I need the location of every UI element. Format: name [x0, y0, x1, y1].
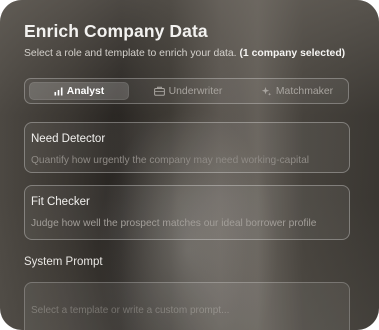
- template-description: Judge how well the prospect matches our …: [31, 218, 317, 229]
- briefcase-icon: [153, 86, 165, 96]
- enrich-dialog: Enrich Company Data Select a role and te…: [0, 0, 379, 330]
- selected-count: (1 company selected): [239, 48, 346, 59]
- template-description: Quantify how urgently the company may ne…: [31, 155, 310, 166]
- tab-analyst[interactable]: Analyst: [29, 82, 129, 100]
- tab-label: Underwriter: [168, 85, 223, 97]
- subtitle-text: Select a role and template to enrich you…: [24, 48, 237, 59]
- system-prompt-label: System Prompt: [24, 256, 103, 268]
- system-prompt-input[interactable]: [24, 282, 350, 330]
- tab-label: Analyst: [66, 85, 105, 97]
- bar-chart-icon: [54, 87, 63, 96]
- sparkle-icon: [261, 86, 272, 97]
- template-card-need-detector[interactable]: Need Detector Quantify how urgently the …: [24, 122, 350, 173]
- dialog-title: Enrich Company Data: [24, 21, 208, 41]
- tab-underwriter[interactable]: Underwriter: [143, 82, 233, 100]
- tab-matchmaker[interactable]: Matchmaker: [249, 82, 345, 100]
- template-title: Need Detector: [31, 133, 106, 145]
- tab-label: Matchmaker: [275, 85, 334, 97]
- dialog-subtitle: Select a role and template to enrich you…: [24, 48, 345, 59]
- template-title: Fit Checker: [31, 196, 90, 208]
- template-card-fit-checker[interactable]: Fit Checker Judge how well the prospect …: [24, 185, 350, 240]
- role-tabs: Analyst Underwriter Matchmaker: [24, 78, 349, 104]
